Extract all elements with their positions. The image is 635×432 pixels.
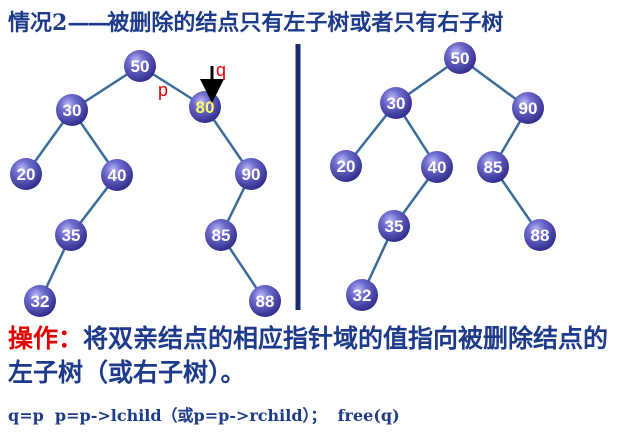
node-value: 40 — [108, 166, 127, 185]
code-statement: q=p p=p->lchild（或p=p->rchild）； free(q) — [8, 406, 400, 425]
after-node-50: 50 — [444, 42, 476, 74]
node-value: 32 — [353, 286, 372, 305]
after-node-88: 88 — [524, 219, 556, 251]
before-node-88: 88 — [249, 285, 281, 317]
operation-description: 操作：将双亲结点的相应指针域的值指向被删除结点的左子树（或右子树）。 — [8, 322, 628, 390]
node-value: 30 — [63, 101, 82, 120]
node-value: 35 — [62, 226, 81, 245]
node-value: 85 — [484, 158, 503, 177]
before-node-35: 35 — [55, 219, 87, 251]
after-node-40: 40 — [421, 151, 453, 183]
before-node-30: 30 — [56, 94, 88, 126]
node-value: 20 — [17, 165, 36, 184]
node-value: 85 — [212, 226, 231, 245]
after-node-85: 85 — [477, 151, 509, 183]
operation-text: 将双亲结点的相应指针域的值指向被删除结点的左子树（或右子树）。 — [8, 324, 609, 387]
node-value: 90 — [519, 99, 538, 118]
node-value: 20 — [337, 157, 356, 176]
after-node-20: 20 — [330, 150, 362, 182]
before-node-40: 40 — [101, 159, 133, 191]
node-value: 40 — [428, 158, 447, 177]
node-value: 90 — [242, 165, 261, 184]
before-node-90: 90 — [235, 158, 267, 190]
after-node-35: 35 — [378, 210, 410, 242]
node-value: 88 — [256, 292, 275, 311]
after-node-30: 30 — [380, 87, 412, 119]
node-value: 88 — [531, 226, 550, 245]
node-value: 80 — [196, 98, 215, 117]
node-value: 35 — [385, 217, 404, 236]
node-value: 50 — [131, 57, 150, 76]
before-node-85: 85 — [205, 219, 237, 251]
after-node-90: 90 — [512, 92, 544, 124]
before-node-50: 50 — [124, 50, 156, 82]
before-node-32: 32 — [24, 285, 56, 317]
tree-after-nodes: 50 30 90 20 40 85 35 88 32 — [330, 42, 556, 311]
bst-deletion-diagram: 5030 8020 40 9035 8532 88 5030 9020 40 8535 8832 … — [10, 42, 556, 317]
node-value: 30 — [387, 94, 406, 113]
node-value: 32 — [31, 292, 50, 311]
pointer-q-label: q — [216, 60, 226, 80]
node-value: 50 — [451, 49, 470, 68]
operation-label: 操作： — [8, 324, 84, 353]
before-node-80: 80 — [189, 91, 221, 123]
before-node-20: 20 — [10, 158, 42, 190]
after-node-32: 32 — [346, 279, 378, 311]
pointer-p-label: p — [158, 80, 168, 100]
